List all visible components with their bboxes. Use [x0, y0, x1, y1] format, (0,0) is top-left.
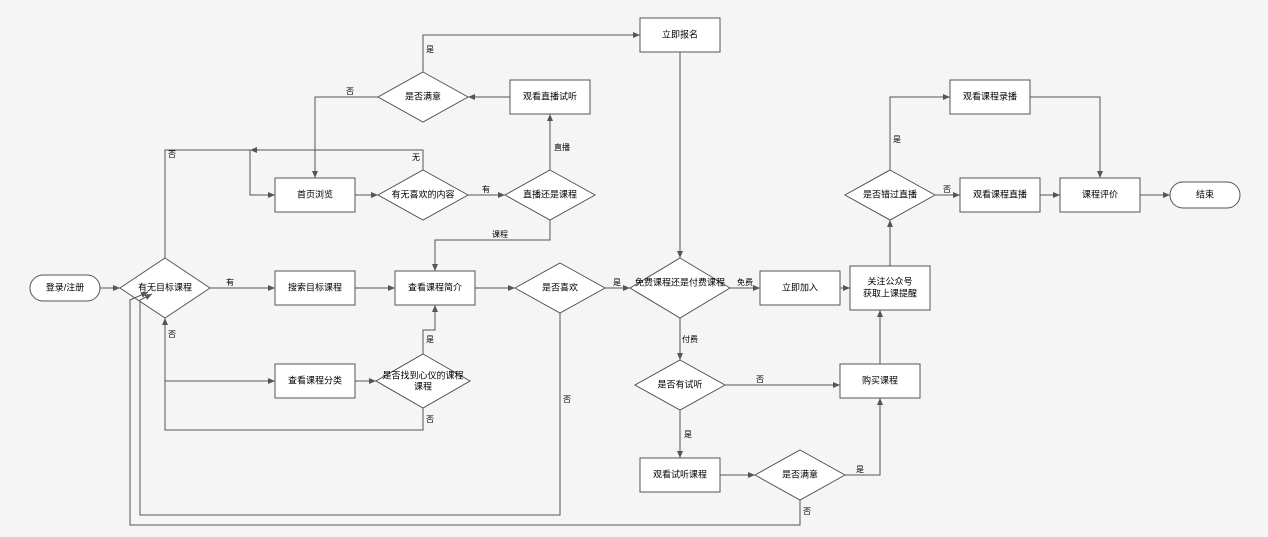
label-free-or-paid: 免费课程还是付费课程 [635, 276, 725, 287]
edge-label-yes2: 是 [426, 335, 434, 344]
edge-label-no7: 否 [803, 507, 811, 516]
edge-label-no1: 否 [168, 150, 176, 159]
label-watch-trial-course: 观看试听课程 [653, 468, 707, 479]
label-has-like: 有无喜欢的内容 [391, 188, 454, 199]
edge-replay-review [1030, 97, 1100, 178]
edge-label-no8: 否 [943, 185, 951, 194]
edge-missed-yes [890, 97, 950, 170]
edge-label-have2: 有 [482, 184, 490, 194]
edge-label-yes6: 是 [893, 135, 901, 144]
edge-label-none: 无 [412, 153, 420, 162]
label-browse-home: 首页浏览 [297, 188, 333, 199]
edge-label-no3: 否 [346, 87, 354, 96]
label-satisfied2: 是否满意 [782, 468, 818, 479]
edge-label-have: 有 [226, 277, 234, 287]
edge-sat1-yes [423, 35, 640, 72]
svg-text:获取上课提醒: 获取上课提醒 [863, 288, 917, 298]
label-enroll-now: 立即报名 [662, 28, 698, 39]
label-view-cat: 查看课程分类 [288, 374, 342, 385]
edge-label-yes5: 是 [856, 465, 864, 474]
edge-label-yes3: 是 [613, 278, 621, 287]
edge-hastarget-no-down [165, 318, 275, 381]
edge-label-course: 课程 [492, 230, 508, 239]
svg-text:课程: 课程 [414, 381, 432, 391]
label-join-now: 立即加入 [782, 281, 818, 292]
label-has-target: 有无目标课程 [138, 281, 192, 292]
edge-label-paid: 付费 [682, 334, 698, 344]
edge-to-browsehome [250, 150, 275, 195]
label-watch-trial: 观看直播试听 [523, 90, 577, 101]
label-end: 结束 [1196, 188, 1214, 199]
label-start: 登录/注册 [46, 281, 85, 292]
edge-label-free: 免费 [737, 277, 753, 287]
edge-haslike-no [250, 150, 423, 170]
label-watch-replay: 观看课程录播 [963, 90, 1017, 101]
edge-hastarget-no-up [165, 150, 250, 258]
edge-label-no4: 否 [426, 415, 434, 424]
label-missed-live: 是否错过直播 [863, 188, 917, 199]
label-review: 课程评价 [1082, 189, 1118, 199]
edge-label-no6: 否 [756, 375, 764, 384]
edge-label-no2: 否 [168, 330, 176, 339]
label-follow: 关注公众号 [867, 275, 912, 286]
edge-label-yes4: 是 [684, 430, 692, 439]
edge-sat2-yes [845, 398, 880, 475]
edge-label-no5: 否 [563, 395, 571, 404]
label-live-or-course: 直播还是课程 [523, 188, 577, 199]
label-like-it: 是否喜欢 [542, 281, 578, 292]
edge-like-no [140, 294, 560, 515]
edge-label-live: 直播 [554, 142, 570, 152]
node-free-or-paid [630, 258, 730, 318]
label-view-intro: 查看课程简介 [408, 281, 462, 292]
label-watch-live: 观看课程直播 [973, 188, 1027, 199]
label-has-trial: 是否有试听 [657, 378, 702, 389]
edge-loc-course [435, 220, 550, 271]
edge-found-yes [423, 305, 435, 354]
label-buy-course: 购买课程 [862, 374, 898, 385]
label-found-heart: 是否找到心仪的课程 [382, 369, 463, 380]
edge-sat1-no [315, 97, 378, 178]
label-satisfied1: 是否满意 [405, 90, 441, 101]
edge-label-yes1: 是 [426, 45, 434, 54]
label-search-target: 搜索目标课程 [288, 281, 342, 292]
